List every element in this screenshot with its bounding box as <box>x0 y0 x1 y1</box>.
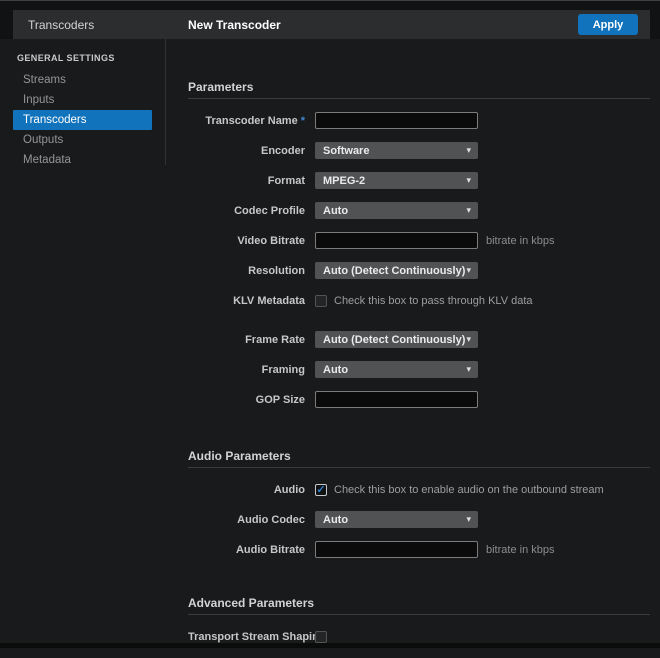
sidebar-section-label: GENERAL SETTINGS <box>17 53 165 63</box>
field-row-resolution: Resolution Auto (Detect Continuously) ▾ <box>188 262 650 279</box>
audio-bitrate-label: Audio Bitrate <box>188 544 305 556</box>
section-title-parameters: Parameters <box>188 80 650 94</box>
audio-bitrate-hint: bitrate in kbps <box>486 544 554 556</box>
section-divider <box>188 98 650 99</box>
field-row-audio-codec: Audio Codec Auto ▾ <box>188 511 650 528</box>
frame-rate-select-value: Auto (Detect Continuously) <box>323 334 465 346</box>
klv-metadata-checkbox-label: Check this box to pass through KLV data <box>334 295 533 307</box>
field-row-audio: Audio ✓ Check this box to enable audio o… <box>188 481 650 498</box>
framing-label: Framing <box>188 364 305 376</box>
sidebar-item-inputs[interactable]: Inputs <box>13 90 152 110</box>
section-divider <box>188 614 650 615</box>
codec-profile-select[interactable]: Auto ▾ <box>315 202 478 219</box>
resolution-select-value: Auto (Detect Continuously) <box>323 265 465 277</box>
sidebar-item-metadata[interactable]: Metadata <box>13 150 152 170</box>
video-bitrate-label: Video Bitrate <box>188 235 305 247</box>
klv-metadata-checkbox[interactable] <box>315 295 327 307</box>
audio-label: Audio <box>188 484 305 496</box>
klv-metadata-label: KLV Metadata <box>188 295 305 307</box>
audio-bitrate-input[interactable] <box>315 541 478 558</box>
section-title-audio-parameters: Audio Parameters <box>188 449 650 463</box>
sidebar-items: Streams Inputs Transcoders Outputs Metad… <box>0 70 165 170</box>
chevron-down-icon: ▾ <box>466 365 471 374</box>
check-icon: ✓ <box>316 485 325 495</box>
codec-profile-label: Codec Profile <box>188 205 305 217</box>
chevron-down-icon: ▾ <box>466 335 471 344</box>
form-content: Parameters Transcoder Name * Encoder Soft… <box>188 39 650 658</box>
section-title-advanced-parameters: Advanced Parameters <box>188 596 650 610</box>
format-select[interactable]: MPEG-2 ▾ <box>315 172 478 189</box>
sidebar-item-streams[interactable]: Streams <box>13 70 152 90</box>
frame-rate-label: Frame Rate <box>188 334 305 346</box>
field-row-encoder: Encoder Software ▾ <box>188 142 650 159</box>
field-row-transcoder-name: Transcoder Name * <box>188 112 650 129</box>
transport-stream-shaping-label: Transport Stream Shaping <box>188 631 305 643</box>
field-row-framing: Framing Auto ▾ <box>188 361 650 378</box>
sidebar-item-transcoders[interactable]: Transcoders <box>13 110 152 130</box>
transcoder-name-input[interactable] <box>315 112 478 129</box>
resolution-label: Resolution <box>188 265 305 277</box>
field-row-format: Format MPEG-2 ▾ <box>188 172 650 189</box>
transport-stream-shaping-checkbox[interactable] <box>315 631 327 643</box>
chevron-down-icon: ▾ <box>466 146 471 155</box>
video-bitrate-hint: bitrate in kbps <box>486 235 554 247</box>
sidebar: GENERAL SETTINGS Streams Inputs Transcod… <box>0 39 166 165</box>
section-divider <box>188 467 650 468</box>
apply-button[interactable]: Apply <box>578 14 638 35</box>
encoder-label: Encoder <box>188 145 305 157</box>
header-bar: Transcoders New Transcoder Apply <box>13 10 650 39</box>
app-title: Transcoders <box>28 18 94 32</box>
framing-select[interactable]: Auto ▾ <box>315 361 478 378</box>
page-title: New Transcoder <box>188 18 281 32</box>
resolution-select[interactable]: Auto (Detect Continuously) ▾ <box>315 262 478 279</box>
audio-codec-select-value: Auto <box>323 514 348 526</box>
chevron-down-icon: ▾ <box>466 515 471 524</box>
audio-checkbox-label: Check this box to enable audio on the ou… <box>334 484 604 496</box>
gop-size-input[interactable] <box>315 391 478 408</box>
chevron-down-icon: ▾ <box>466 176 471 185</box>
label-text: Transcoder Name <box>205 115 297 127</box>
audio-parameters-rows: Audio ✓ Check this box to enable audio o… <box>188 481 650 558</box>
chevron-down-icon: ▾ <box>466 266 471 275</box>
gop-size-label: GOP Size <box>188 394 305 406</box>
framing-select-value: Auto <box>323 364 348 376</box>
window-bottom-band <box>0 643 660 648</box>
format-label: Format <box>188 175 305 187</box>
chevron-down-icon: ▾ <box>466 206 471 215</box>
audio-codec-select[interactable]: Auto ▾ <box>315 511 478 528</box>
parameters-rows: Transcoder Name * Encoder Software ▾ Form… <box>188 112 650 408</box>
field-row-frame-rate: Frame Rate Auto (Detect Continuously) ▾ <box>188 331 650 348</box>
transcoder-name-label: Transcoder Name * <box>188 115 305 127</box>
audio-checkbox[interactable]: ✓ <box>315 484 327 496</box>
field-row-video-bitrate: Video Bitrate bitrate in kbps <box>188 232 650 249</box>
format-select-value: MPEG-2 <box>323 175 365 187</box>
field-row-klv-metadata: KLV Metadata Check this box to pass thro… <box>188 292 650 309</box>
field-row-audio-bitrate: Audio Bitrate bitrate in kbps <box>188 541 650 558</box>
encoder-select-value: Software <box>323 145 369 157</box>
video-bitrate-input[interactable] <box>315 232 478 249</box>
field-row-codec-profile: Codec Profile Auto ▾ <box>188 202 650 219</box>
required-asterisk: * <box>301 115 305 127</box>
field-row-gop-size: GOP Size <box>188 391 650 408</box>
frame-rate-select[interactable]: Auto (Detect Continuously) ▾ <box>315 331 478 348</box>
audio-codec-label: Audio Codec <box>188 514 305 526</box>
encoder-select[interactable]: Software ▾ <box>315 142 478 159</box>
codec-profile-select-value: Auto <box>323 205 348 217</box>
sidebar-item-outputs[interactable]: Outputs <box>13 130 152 150</box>
